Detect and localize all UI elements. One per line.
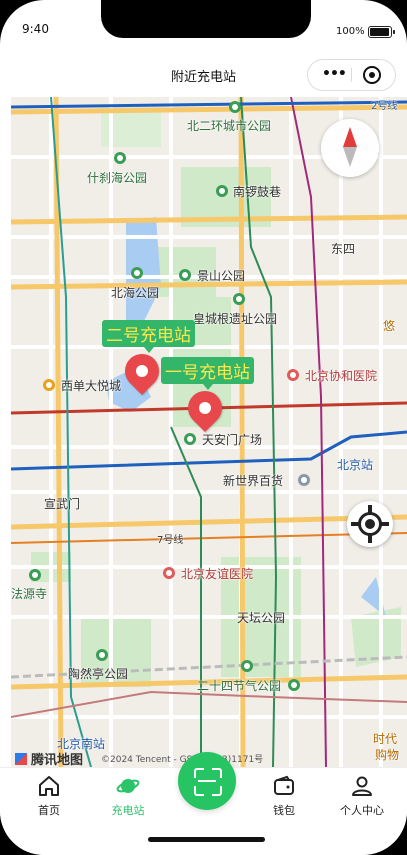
map-label-xinshijie: 新世界百货 [223, 474, 284, 488]
map-label-beihai: 北海公园 [111, 286, 160, 300]
map-label-line2: 2号线 [371, 101, 398, 112]
home-icon [37, 774, 61, 798]
park-poi-icon [96, 649, 108, 661]
park-poi-icon [233, 293, 245, 305]
tencent-map-logo-icon [15, 753, 27, 765]
battery-percent: 100% [336, 26, 365, 37]
compass-icon[interactable] [321, 119, 379, 177]
shopping-poi-icon [298, 474, 310, 486]
wallet-icon [272, 774, 296, 798]
scan-button[interactable] [178, 752, 236, 810]
close-miniprogram-icon[interactable] [363, 66, 381, 84]
map-label-xidan: 西单大悦城 [61, 379, 122, 393]
map-label-youyi: 北京友谊医院 [181, 567, 254, 581]
tab-stations[interactable]: 充电站 [93, 774, 163, 818]
map-label-beierhuan: 北二环城市公园 [187, 119, 272, 133]
map-label-nanluoguxiang: 南锣鼓巷 [233, 185, 282, 199]
map-label-line7: 7号线 [157, 535, 184, 546]
map-label-fayuansi: 法源寺 [11, 587, 48, 601]
device-notch [101, 0, 311, 38]
park-poi-icon [216, 185, 228, 197]
park-poi-icon [229, 101, 241, 113]
more-icon[interactable]: ••• [322, 67, 347, 81]
tab-wallet-label: 钱包 [273, 804, 295, 817]
map-label-xuanwumen: 宣武门 [44, 497, 81, 511]
map-view[interactable]: 北二环城市公园 什刹海公园 南锣鼓巷 东四 景山公园 北海公园 皇城根遗址公园 … [11, 97, 407, 767]
locate-me-button[interactable] [347, 501, 393, 547]
park-poi-icon [131, 267, 143, 279]
tab-wallet[interactable]: 钱包 [249, 774, 319, 818]
park-poi-icon [29, 569, 41, 581]
station-callout-2[interactable]: 二号充电站 [102, 320, 195, 353]
home-indicator [148, 837, 265, 842]
map-label-huangcheng: 皇城根遗址公园 [193, 312, 278, 326]
map-label-shidai: 时代 [373, 732, 398, 746]
map-label-beijingzhan: 北京站 [337, 458, 374, 472]
map-label-jingshan: 景山公园 [197, 269, 246, 283]
miniprogram-capsule: ••• [307, 59, 396, 91]
status-time: 9:40 [22, 22, 49, 36]
map-label-youzheng: 悠 [383, 319, 396, 333]
hospital-poi-icon [163, 567, 175, 579]
park-poi-icon [114, 152, 126, 164]
user-icon [350, 774, 374, 798]
park-poi-icon [241, 660, 253, 672]
tab-home[interactable]: 首页 [14, 774, 84, 818]
map-label-xiehe: 北京协和医院 [305, 369, 378, 383]
map-label-ershisijieqi: 二十四节气公园 [197, 679, 282, 693]
tab-stations-label: 充电站 [111, 804, 145, 817]
park-poi-icon [184, 433, 196, 445]
map-provider-logo: 腾讯地图 [15, 749, 83, 767]
tab-home-label: 首页 [38, 804, 60, 817]
phone-screen: 9:40 100% 附近充电站 ••• 北二环城市公园 什刹海公园 南锣鼓巷 东… [0, 0, 407, 855]
tab-profile[interactable]: 个人中心 [327, 774, 397, 818]
map-label-gouwu: 购物 [375, 748, 400, 762]
planet-icon [116, 774, 140, 798]
map-label-shichahai: 什刹海公园 [87, 171, 148, 185]
mall-poi-icon [43, 379, 55, 391]
map-copyright: ©2024 Tencent - GS京(2023)1171号 [101, 755, 264, 765]
station-callout-1[interactable]: 一号充电站 [161, 357, 254, 390]
park-poi-icon [288, 679, 300, 691]
tab-profile-label: 个人中心 [340, 804, 384, 817]
map-label-tiantan: 天坛公园 [237, 611, 286, 625]
park-poi-icon [179, 269, 191, 281]
map-label-taoranting: 陶然亭公园 [68, 667, 129, 681]
map-label-dongsi: 东四 [331, 242, 356, 256]
hospital-poi-icon [287, 369, 299, 381]
map-label-tiananmen: 天安门广场 [202, 433, 263, 447]
battery-icon [368, 26, 395, 38]
